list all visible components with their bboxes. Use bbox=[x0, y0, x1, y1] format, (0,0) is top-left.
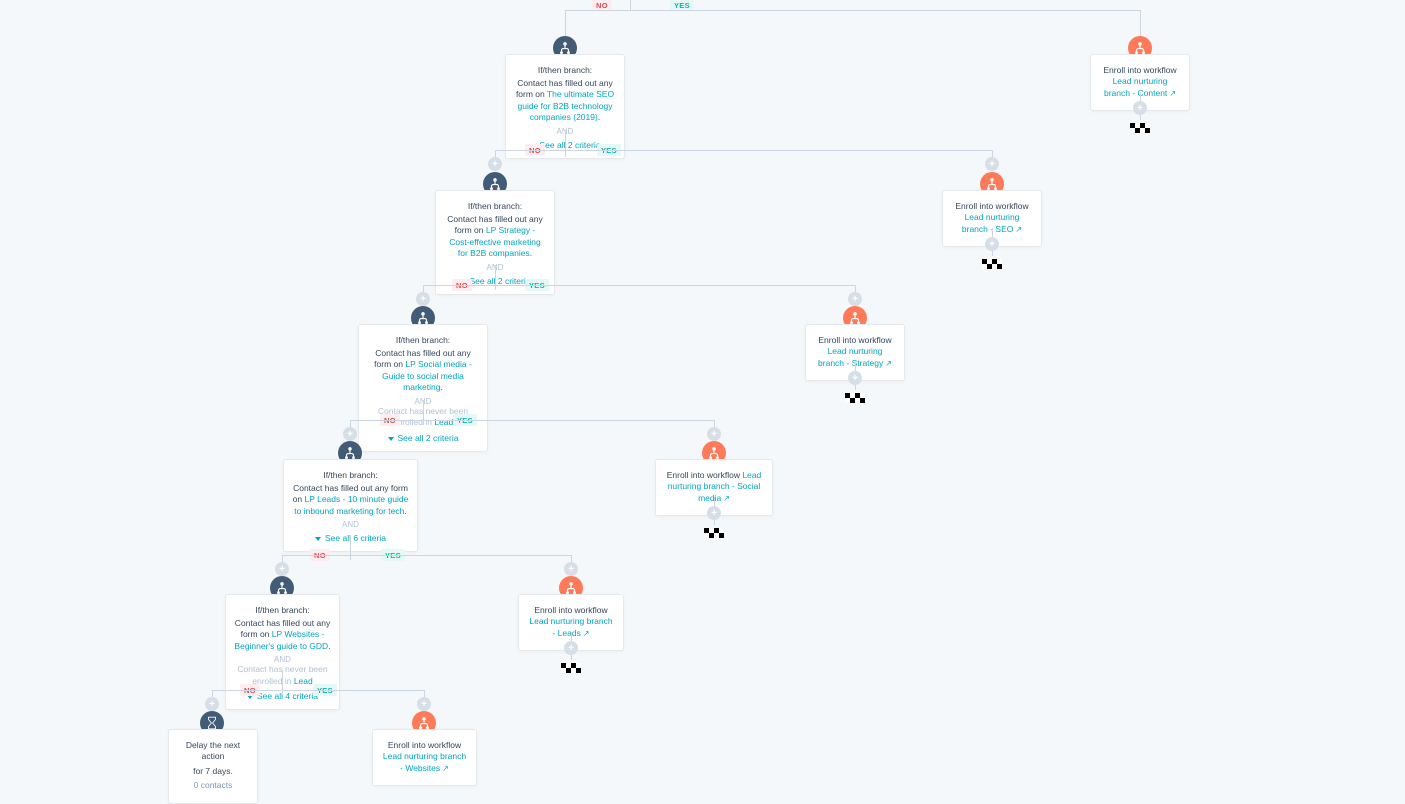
delay-text: Delay the next action bbox=[177, 740, 249, 763]
card-body: Contact has filled out any form on The u… bbox=[514, 78, 616, 124]
delay-duration: for 7 days. bbox=[177, 766, 249, 777]
and-label: AND bbox=[292, 520, 409, 529]
enroll-card[interactable]: Enroll into workflow Lead nurturing bran… bbox=[372, 729, 477, 786]
add-action[interactable]: + bbox=[564, 641, 578, 655]
add-action[interactable]: + bbox=[985, 157, 999, 171]
add-action[interactable]: + bbox=[848, 292, 862, 306]
add-action[interactable]: + bbox=[343, 427, 357, 441]
card-body: Contact has filled out any form on LP St… bbox=[444, 214, 546, 260]
add-action[interactable]: + bbox=[564, 562, 578, 576]
end-marker bbox=[845, 393, 865, 403]
card-body: Contact has filled out any form on LP So… bbox=[367, 348, 479, 394]
add-action[interactable]: + bbox=[985, 237, 999, 251]
branch-card[interactable]: If/then branch: Contact has filled out a… bbox=[358, 324, 488, 452]
add-action[interactable]: + bbox=[848, 371, 862, 385]
see-all-link[interactable]: See all 2 criteria bbox=[367, 433, 479, 443]
card-title: If/then branch: bbox=[292, 470, 409, 480]
end-marker bbox=[982, 259, 1002, 269]
end-marker bbox=[704, 528, 724, 538]
add-action[interactable]: + bbox=[707, 506, 721, 520]
card-body: Contact has filled out any form on LP We… bbox=[234, 618, 331, 652]
card-title: If/then branch: bbox=[367, 335, 479, 345]
add-action[interactable]: + bbox=[1133, 101, 1147, 115]
add-action[interactable]: + bbox=[275, 562, 289, 576]
card-title: If/then branch: bbox=[514, 65, 616, 75]
add-action[interactable]: + bbox=[205, 697, 219, 711]
add-action[interactable]: + bbox=[417, 697, 431, 711]
card-body: Contact has filled out any form on LP Le… bbox=[292, 483, 409, 517]
and-label: AND bbox=[234, 655, 331, 664]
add-action[interactable]: + bbox=[416, 292, 430, 306]
card-body: Enroll into workflow Lead nurturing bran… bbox=[381, 740, 468, 774]
add-action[interactable]: + bbox=[488, 157, 502, 171]
delay-count: 0 contacts bbox=[177, 780, 249, 791]
end-marker bbox=[561, 663, 581, 673]
end-marker bbox=[1130, 123, 1150, 133]
add-action[interactable]: + bbox=[707, 427, 721, 441]
card-title: If/then branch: bbox=[234, 605, 331, 615]
card-title: If/then branch: bbox=[444, 201, 546, 211]
delay-card[interactable]: Delay the next action for 7 days. 0 cont… bbox=[168, 729, 258, 804]
